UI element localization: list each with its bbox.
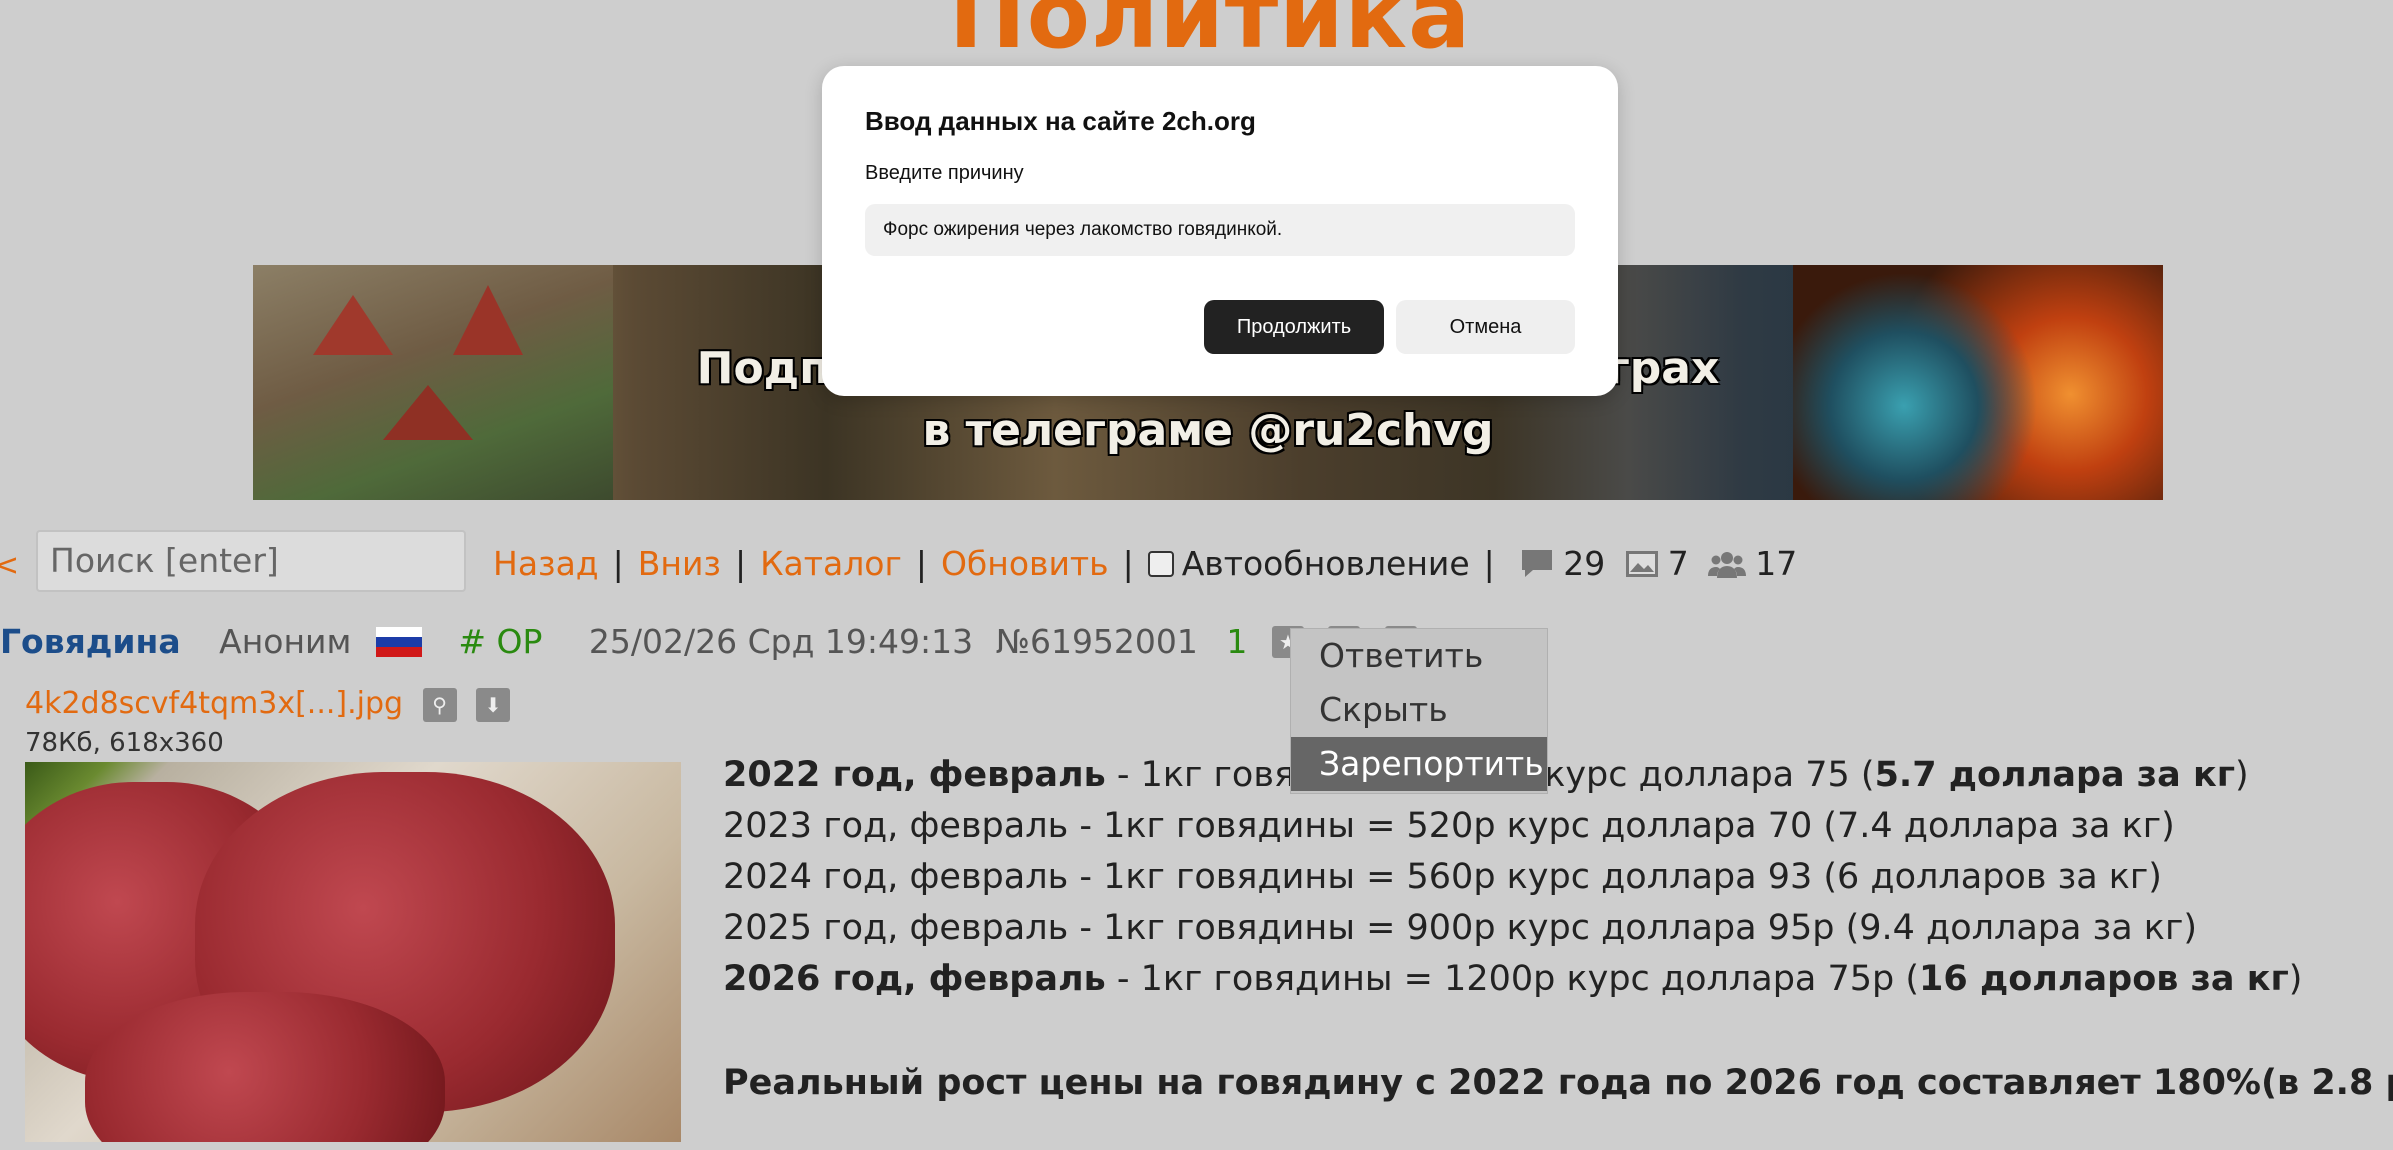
menu-item-report[interactable]: Зарепортить [1291,737,1547,791]
back-link[interactable]: Назад [493,544,599,583]
collapse-arrow-icon[interactable]: < [0,548,19,583]
images-count: 7 [1667,544,1689,583]
post-line-2024: 2024 год, февраль - 1кг говядины = 560р … [723,857,2162,897]
menu-item-hide[interactable]: Скрыть [1291,683,1547,737]
download-icon[interactable]: ⬇ [476,687,511,722]
board-title: Политика [948,0,1472,69]
menu-item-reply[interactable]: Ответить [1291,629,1547,683]
post-datetime: 25/02/26 Срд 19:49:13 [588,622,974,661]
search-image-icon[interactable]: ⚲ [422,687,457,722]
post-subject: Говядина [0,622,181,661]
post-number[interactable]: №61952001 [996,622,1198,661]
input-dialog: Ввод данных на сайте 2ch.org Введите при… [822,66,1618,396]
post-line-2025: 2025 год, февраль - 1кг говядины = 900р … [723,908,2197,948]
post-context-menu: Ответить Скрыть Зарепортить [1290,628,1548,794]
cancel-button[interactable]: Отмена [1396,300,1575,354]
post-line-2022: 2022 год, февраль - 1кг говядины = 430р … [723,755,2249,795]
file-name-link[interactable]: 4k2d8scvf4tqm3x[...].jpg [25,686,403,721]
post-body: 2022 год, февраль - 1кг говядины = 430р … [723,750,2393,1109]
autoupdate-label: Автообновление [1181,544,1470,583]
posts-count: 29 [1563,544,1606,583]
post-line-2026: 2026 год, февраль - 1кг говядины = 1200р… [723,959,2303,999]
file-info: 78Кб, 618x360 [25,728,224,758]
post-author: Аноним [219,622,352,661]
catalog-link[interactable]: Каталог [760,544,902,583]
search-input[interactable]: Поиск [enter] [36,530,466,592]
continue-button[interactable]: Продолжить [1204,300,1384,354]
banner-line-2: в телеграме @ru2chvg [922,405,1494,456]
autoupdate-checkbox[interactable] [1147,550,1174,577]
reason-input[interactable]: Форс ожирения через лакомство говядинкой… [865,204,1575,256]
post-header: Говядина Аноним # OP 25/02/26 Срд 19:49:… [0,620,1417,661]
images-icon [1625,550,1658,577]
op-tag: # OP [458,622,543,661]
file-row: 4k2d8scvf4tqm3x[...].jpg ⚲ ⬇ [25,686,511,722]
posters-icon [1708,551,1747,578]
post-image-thumbnail[interactable] [25,762,681,1142]
post-summary: Реальный рост цены на говядину с 2022 го… [723,1063,2393,1103]
dialog-title: Ввод данных на сайте 2ch.org [865,106,1256,136]
refresh-link[interactable]: Обновить [941,544,1109,583]
russia-flag-icon [375,626,422,657]
dialog-prompt: Введите причину [865,162,1024,184]
post-line-2023: 2023 год, февраль - 1кг говядины = 520р … [723,806,2175,846]
down-link[interactable]: Вниз [638,544,721,583]
posts-icon [1522,549,1553,577]
reply-count[interactable]: 1 [1226,622,1247,661]
posters-count: 17 [1755,544,1798,583]
